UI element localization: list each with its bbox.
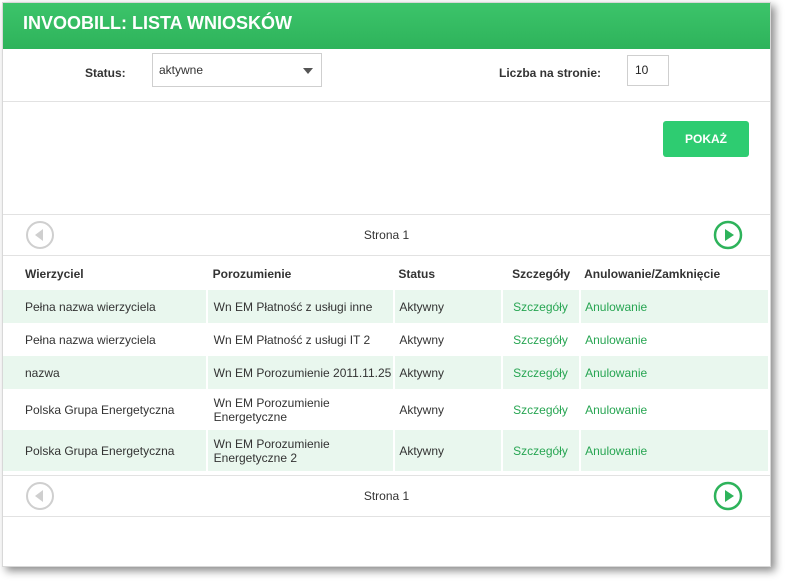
pager-bottom: Strona 1	[3, 475, 770, 517]
circle-arrow-right-icon[interactable]	[713, 481, 743, 511]
cancel-link[interactable]: Anulowanie	[580, 323, 770, 356]
table-row: Polska Grupa Energetyczna Wn EM Porozumi…	[3, 389, 770, 430]
cell-creditor: Polska Grupa Energetyczna	[3, 430, 208, 471]
cell-status: Aktywny	[394, 389, 504, 430]
table-row: Pełna nazwa wierzyciela Wn EM Płatność z…	[3, 323, 770, 356]
cell-agreement: Wn EM Płatność z usługi inne	[206, 290, 396, 323]
cancel-link[interactable]: Anulowanie	[580, 290, 770, 323]
chevron-down-icon	[303, 68, 313, 74]
show-button[interactable]: POKAŻ	[663, 121, 749, 157]
table-row: nazwa Wn EM Porozumienie 2011.11.25 Akty…	[3, 356, 770, 389]
requests-table: Wierzyciel Porozumienie Status Szczegóły…	[3, 258, 770, 471]
page-indicator: Strona 1	[363, 489, 410, 503]
cell-agreement: Wn EM Porozumienie Energetyczne	[206, 389, 396, 430]
per-page-input[interactable]: 10	[627, 55, 669, 86]
details-link[interactable]: Szczegóły	[502, 430, 582, 471]
status-label: Status:	[85, 66, 126, 80]
filter-bar: Status: aktywne Liczba na stronie: 10	[3, 49, 770, 102]
cell-creditor: nazwa	[3, 356, 208, 389]
details-link[interactable]: Szczegóły	[502, 389, 582, 430]
cell-status: Aktywny	[394, 290, 504, 323]
cell-creditor: Pełna nazwa wierzyciela	[3, 290, 208, 323]
cell-status: Aktywny	[394, 323, 504, 356]
header-details: Szczegóły	[512, 267, 571, 281]
circle-arrow-right-icon[interactable]	[713, 220, 743, 250]
cell-agreement: Wn EM Porozumienie 2011.11.25	[206, 356, 396, 389]
details-link[interactable]: Szczegóły	[502, 356, 582, 389]
header-creditor: Wierzyciel	[25, 267, 84, 281]
pager-top: Strona 1	[3, 214, 770, 256]
per-page-label: Liczba na stronie:	[499, 66, 602, 80]
table-row: Pełna nazwa wierzyciela Wn EM Płatność z…	[3, 290, 770, 323]
cell-creditor: Pełna nazwa wierzyciela	[3, 323, 208, 356]
cancel-link[interactable]: Anulowanie	[580, 389, 770, 430]
details-link[interactable]: Szczegóły	[502, 290, 582, 323]
cancel-link[interactable]: Anulowanie	[580, 356, 770, 389]
table-header-row: Wierzyciel Porozumienie Status Szczegóły…	[3, 258, 769, 290]
cell-status: Aktywny	[394, 356, 504, 389]
cell-agreement: Wn EM Porozumienie Energetyczne 2	[206, 430, 396, 471]
details-link[interactable]: Szczegóły	[502, 323, 582, 356]
status-select[interactable]: aktywne	[152, 53, 322, 87]
header-status: Status	[398, 267, 436, 281]
page-indicator: Strona 1	[363, 228, 410, 242]
header-agreement: Porozumienie	[212, 267, 292, 281]
status-select-value: aktywne	[159, 63, 204, 77]
page-title: INVOOBILL: LISTA WNIOSKÓW	[3, 3, 770, 49]
cell-status: Aktywny	[394, 430, 504, 471]
header-cancel: Anulowanie/Zamknięcie	[584, 267, 721, 281]
main-panel: INVOOBILL: LISTA WNIOSKÓW Status: aktywn…	[2, 2, 771, 567]
cancel-link[interactable]: Anulowanie	[580, 430, 770, 471]
table-row: Polska Grupa Energetyczna Wn EM Porozumi…	[3, 430, 770, 471]
cell-agreement: Wn EM Płatność z usługi IT 2	[206, 323, 396, 356]
cell-creditor: Polska Grupa Energetyczna	[3, 389, 208, 430]
